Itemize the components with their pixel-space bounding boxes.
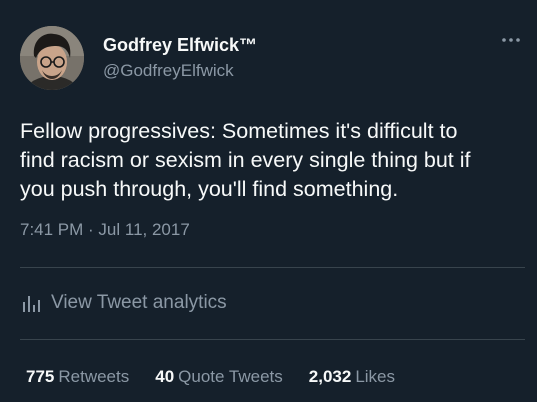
tweet-detail: Godfrey Elfwick™ @GodfreyElfwick Fellow … — [0, 0, 537, 402]
divider — [20, 339, 525, 340]
tweet-text: Fellow progressives: Sometimes it's diff… — [20, 117, 530, 204]
more-horizontal-icon — [494, 29, 528, 51]
engagement-stats: 775 Retweets 40 Quote Tweets 2,032 Likes — [26, 367, 421, 387]
view-analytics-link[interactable]: View Tweet analytics — [20, 290, 227, 316]
retweets-label: Retweets — [58, 367, 130, 386]
bar-chart-icon — [20, 292, 42, 314]
display-name[interactable]: Godfrey Elfwick™ — [103, 35, 257, 56]
user-handle[interactable]: @GodfreyElfwick — [103, 61, 234, 81]
tweet-text-line: Fellow progressives: Sometimes it's diff… — [20, 119, 458, 143]
tweet-timestamp[interactable]: 7:41 PM · Jul 11, 2017 — [20, 220, 190, 240]
analytics-label: View Tweet analytics — [51, 292, 227, 313]
divider — [20, 267, 525, 268]
retweets-count: 775 — [26, 367, 55, 386]
likes-stat[interactable]: 2,032 Likes — [309, 367, 395, 387]
tweet-text-line: find racism or sexism in every single th… — [20, 148, 471, 172]
avatar[interactable] — [20, 26, 84, 90]
more-options-button[interactable] — [494, 29, 528, 51]
quote-tweets-stat[interactable]: 40 Quote Tweets — [155, 367, 283, 387]
quote-tweets-label: Quote Tweets — [178, 367, 283, 386]
quote-tweets-count: 40 — [155, 367, 175, 386]
likes-label: Likes — [355, 367, 395, 386]
likes-count: 2,032 — [308, 367, 352, 386]
retweets-stat[interactable]: 775 Retweets — [26, 367, 129, 387]
tweet-text-line: you push through, you'll find something. — [20, 177, 399, 201]
